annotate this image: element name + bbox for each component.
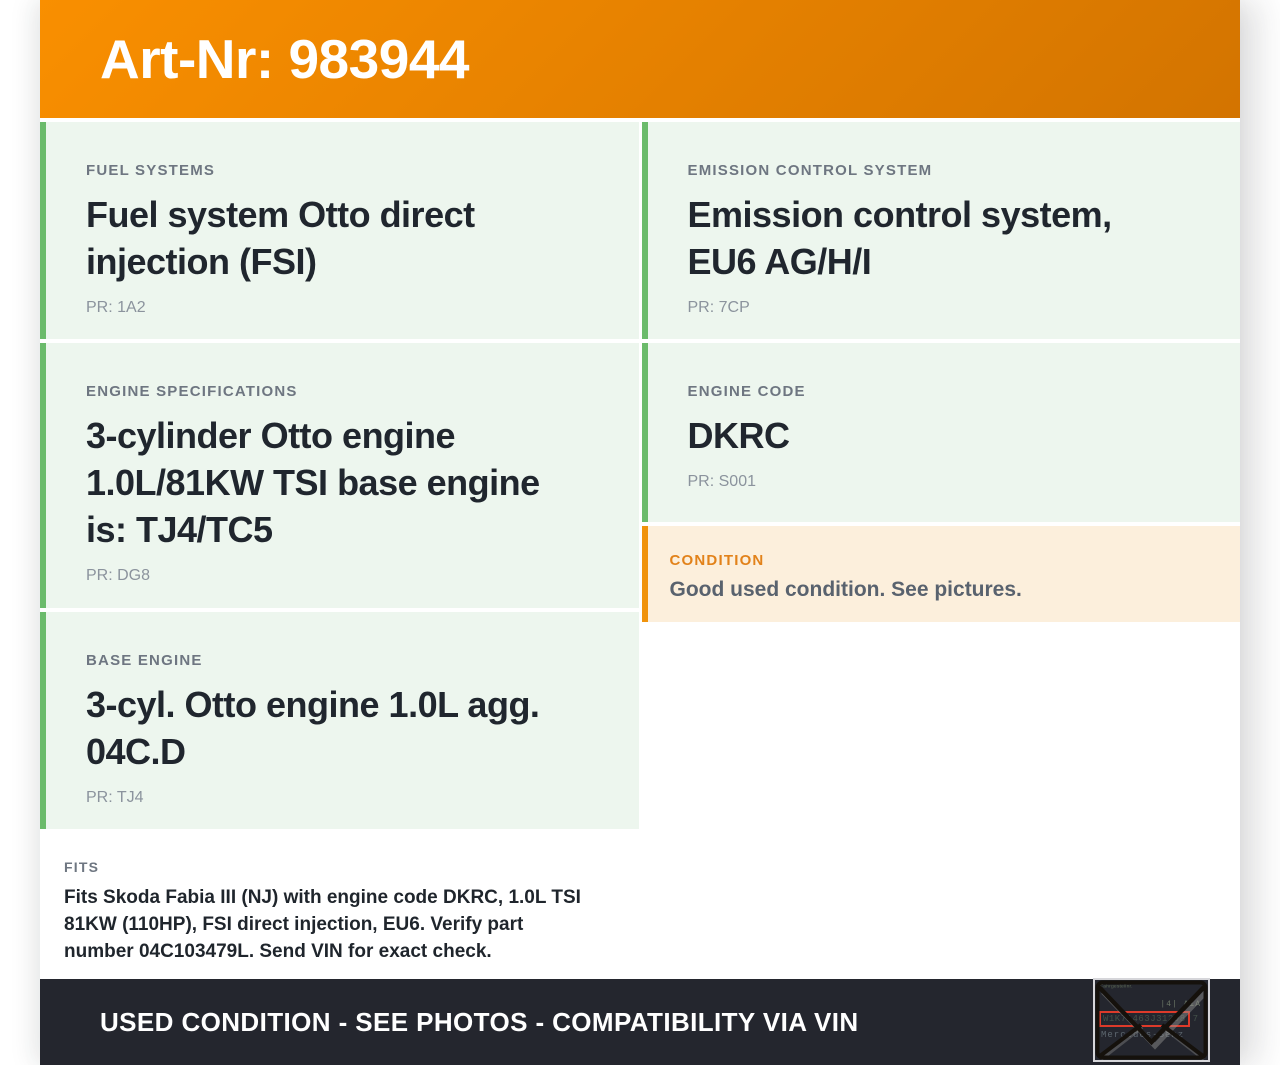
envelope-icon (1095, 980, 1208, 1060)
spec-columns: FUEL SYSTEMS Fuel system Otto direct inj… (40, 118, 1240, 979)
card-label: EMISSION CONTROL SYSTEM (687, 162, 933, 179)
card-label: FUEL SYSTEMS (86, 162, 216, 179)
footer-text: USED CONDITION - SEE PHOTOS - COMPATIBIL… (100, 1006, 859, 1037)
right-column: EMISSION CONTROL SYSTEM Emission control… (641, 122, 1240, 979)
article-header: Art-Nr: 983944 (40, 0, 1240, 118)
card-label: BASE ENGINE (86, 652, 203, 669)
condition-text: Good used condition. See pictures. (669, 578, 1022, 601)
footer-banner: USED CONDITION - SEE PHOTOS - COMPATIBIL… (40, 979, 1240, 1065)
pr-code: PR: S001 (687, 473, 756, 490)
vin-document-image: Fahrgestellnr. |4| AiA W1K71463J31298 7 … (1093, 978, 1210, 1062)
card-title: Fuel system Otto direct injection (FSI) (86, 194, 475, 282)
spec-card-base-engine: BASE ENGINE 3-cyl. Otto engine 1.0L agg.… (40, 612, 639, 829)
spec-card-emission-control: EMISSION CONTROL SYSTEM Emission control… (641, 122, 1240, 339)
pr-code: PR: DG8 (86, 567, 151, 584)
left-column: FUEL SYSTEMS Fuel system Otto direct inj… (40, 122, 639, 979)
fits-card: FITS Fits Skoda Fabia III (NJ) with engi… (40, 833, 639, 977)
spec-card-fuel-systems: FUEL SYSTEMS Fuel system Otto direct inj… (40, 122, 639, 339)
card-label: ENGINE SPECIFICATIONS (86, 383, 298, 400)
article-number-title: Art-Nr: 983944 (100, 28, 470, 90)
spec-card-engine-code: ENGINE CODE DKRC PR: S001 (641, 343, 1240, 522)
fits-text: Fits Skoda Fabia III (NJ) with engine co… (64, 887, 581, 962)
pr-code: PR: TJ4 (86, 789, 144, 806)
card-title: 3-cylinder Otto engine 1.0L/81KW TSI bas… (86, 415, 540, 550)
card-title: Emission control system, EU6 AG/H/I (687, 194, 1113, 282)
right-column-empty-space (641, 626, 1240, 979)
condition-card: CONDITION Good used condition. See pictu… (641, 526, 1240, 622)
fits-label: FITS (64, 859, 100, 875)
spec-card-engine-specifications: ENGINE SPECIFICATIONS 3-cylinder Otto en… (40, 343, 639, 608)
pr-code: PR: 1A2 (86, 299, 146, 316)
card-title: 3-cyl. Otto engine 1.0L agg. 04C.D (86, 684, 540, 772)
pr-code: PR: 7CP (687, 299, 750, 316)
condition-label: CONDITION (669, 552, 765, 569)
card-title: DKRC (687, 415, 790, 456)
card-label: ENGINE CODE (687, 383, 806, 400)
listing-sheet: Art-Nr: 983944 FUEL SYSTEMS Fuel system … (40, 0, 1240, 1065)
